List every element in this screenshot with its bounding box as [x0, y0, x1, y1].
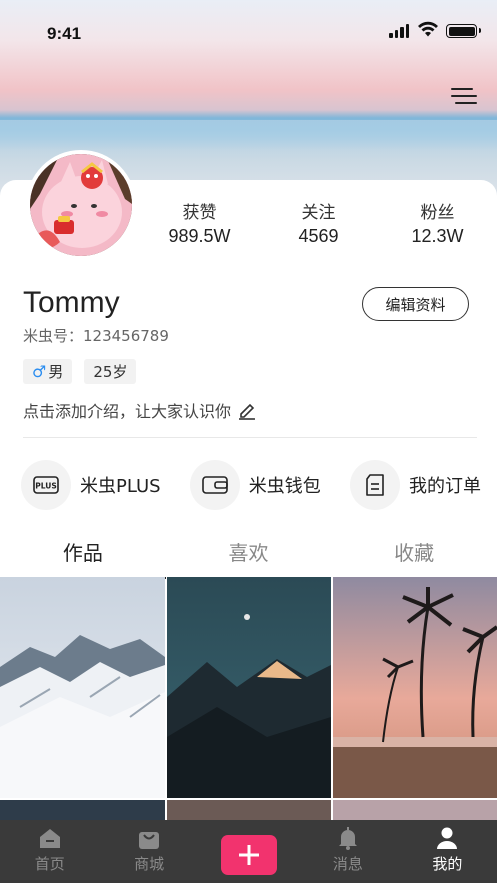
divider	[23, 437, 477, 438]
pencil-icon	[239, 403, 256, 420]
bottom-tab-bar: 首页 商城 消息 我的	[0, 820, 497, 883]
tabbar-home[interactable]: 首页	[0, 820, 99, 883]
wallet-icon	[189, 460, 240, 510]
stat-label: 获赞	[182, 203, 217, 223]
tabbar-add[interactable]	[199, 820, 298, 883]
profile-uid: 米虫号：123456789	[23, 327, 169, 345]
status-time: 9:41	[47, 24, 82, 43]
quick-action-wallet[interactable]: 米虫钱包	[189, 460, 321, 510]
edit-profile-button[interactable]: 编辑资料	[362, 287, 469, 321]
tabbar-label: 我的	[432, 855, 463, 873]
add-intro-link[interactable]: 点击添加介绍，让大家认识你	[23, 398, 257, 422]
tabbar-messages[interactable]: 消息	[298, 820, 397, 883]
order-icon	[350, 460, 400, 510]
quick-action-label: 我的订单	[409, 476, 481, 497]
stat-value: 12.3W	[411, 226, 464, 246]
battery-icon	[446, 24, 481, 38]
user-icon	[437, 827, 458, 849]
svg-text:PLUS: PLUS	[35, 482, 57, 491]
bell-icon	[338, 827, 357, 850]
stat-value: 989.5W	[168, 226, 231, 246]
avatar-image	[30, 154, 132, 256]
tabbar-label: 消息	[332, 855, 363, 873]
tabbar-label: 商城	[134, 855, 165, 873]
work-thumbnail[interactable]	[0, 577, 165, 798]
shop-bag-icon	[139, 832, 160, 849]
avatar[interactable]	[26, 150, 136, 260]
content-tabs: 作品 喜欢 收藏	[0, 537, 497, 579]
profile-stats: 获赞 989.5W 关注 4569 粉丝 12.3W	[140, 198, 497, 247]
stat-likes[interactable]: 获赞 989.5W	[140, 198, 259, 247]
tab-works[interactable]: 作品	[0, 537, 166, 579]
stat-following[interactable]: 关注 4569	[259, 198, 378, 247]
quick-action-orders[interactable]: 我的订单	[350, 460, 481, 510]
tabbar-label: 首页	[34, 855, 65, 873]
profile-name: Tommy	[23, 286, 120, 319]
tab-likes[interactable]: 喜欢	[166, 537, 332, 577]
wifi-icon	[418, 21, 438, 37]
home-icon	[39, 829, 60, 848]
gender-tag: ♂ 男	[23, 359, 73, 384]
work-thumbnail[interactable]	[333, 577, 497, 798]
stat-followers[interactable]: 粉丝 12.3W	[378, 198, 497, 247]
plus-badge-icon: PLUS	[21, 460, 71, 510]
age-label: 25岁	[93, 363, 128, 381]
quick-action-label: 米虫钱包	[248, 476, 321, 497]
gender-label: 男	[48, 363, 64, 381]
tabbar-me[interactable]: 我的	[398, 820, 497, 883]
status-bar: 9:41	[0, 0, 497, 66]
works-grid	[0, 577, 497, 823]
stat-label: 关注	[301, 203, 336, 223]
tab-favorites[interactable]: 收藏	[331, 537, 497, 577]
menu-icon[interactable]	[451, 86, 477, 106]
age-tag: 25岁	[84, 359, 137, 384]
profile-tags: ♂ 男 25岁	[23, 359, 137, 384]
quick-action-label: 米虫PLUS	[80, 476, 161, 497]
tabbar-shop[interactable]: 商城	[99, 820, 198, 883]
male-icon: ♂	[32, 362, 47, 381]
quick-actions: PLUS 米虫PLUS 米虫钱包 我的订单	[21, 460, 481, 510]
work-thumbnail[interactable]	[167, 577, 331, 798]
quick-action-plus[interactable]: PLUS 米虫PLUS	[21, 460, 161, 510]
intro-text: 点击添加介绍，让大家认识你	[23, 402, 232, 421]
stat-value: 4569	[298, 226, 339, 246]
stat-label: 粉丝	[420, 203, 455, 223]
cellular-signal-icon	[389, 24, 409, 38]
add-icon	[220, 835, 277, 875]
